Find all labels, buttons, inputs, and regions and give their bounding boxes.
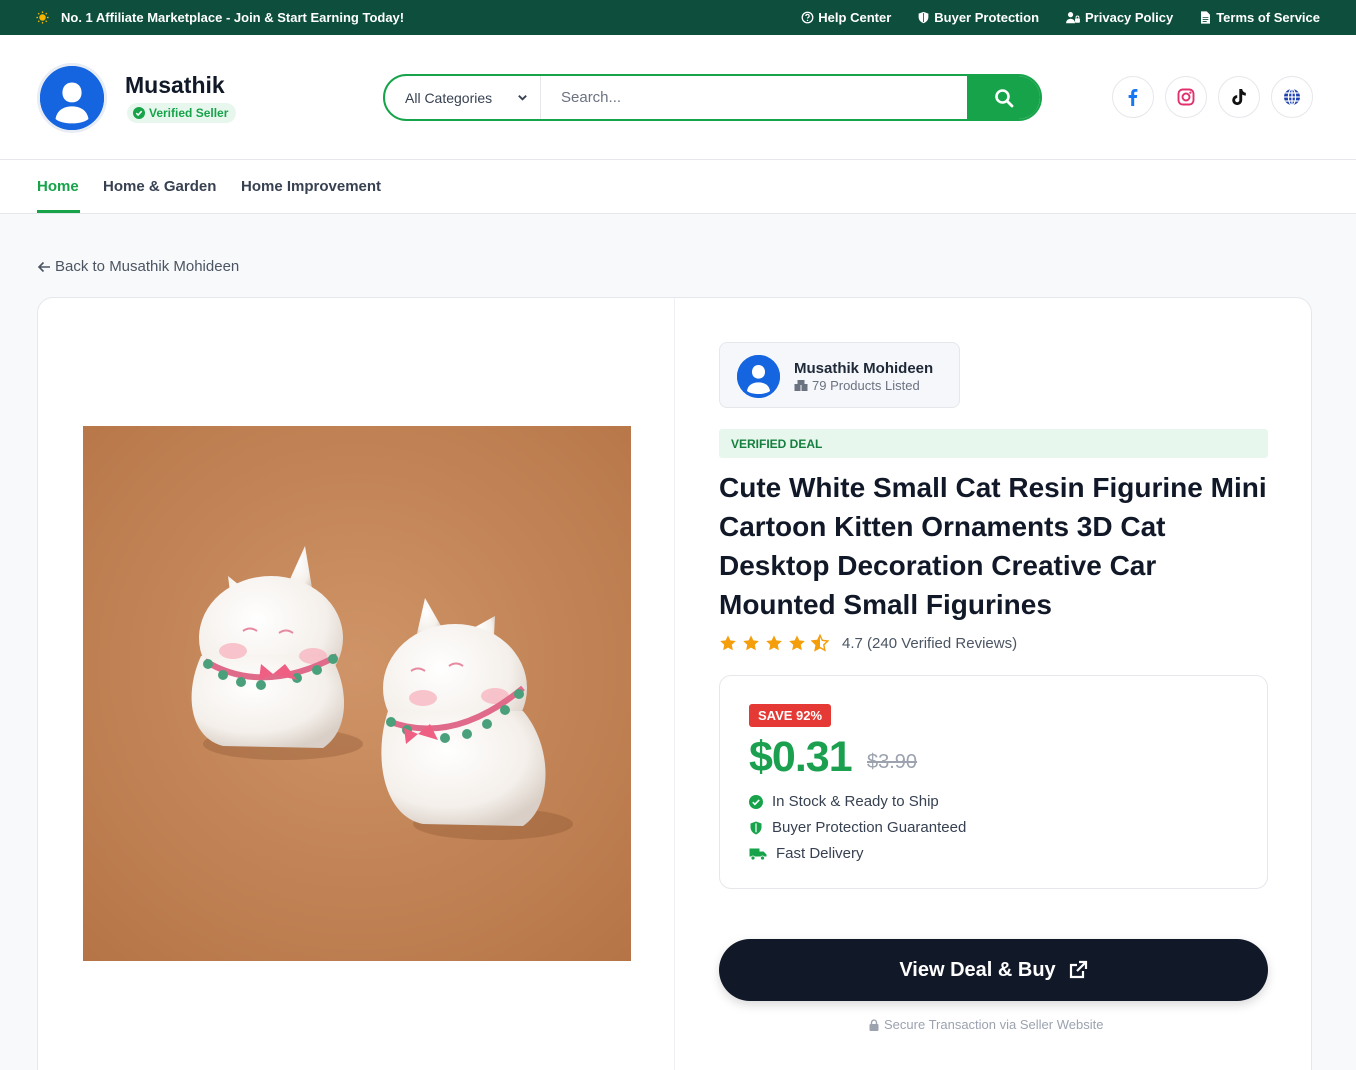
original-price: $3.90 <box>867 751 918 773</box>
star-icon <box>789 635 805 651</box>
card-divider <box>674 298 675 1070</box>
seller-product-count-text: 79 Products Listed <box>812 378 920 393</box>
check-circle-icon <box>133 107 145 119</box>
star-icon <box>766 635 782 651</box>
store-name: Musathik <box>125 72 225 98</box>
seller-name: Musathik Mohideen <box>794 360 934 377</box>
shield-icon <box>750 821 762 834</box>
user-avatar-icon <box>737 355 780 398</box>
active-tab-indicator <box>37 210 80 213</box>
globe-icon <box>1284 88 1300 106</box>
instagram-link[interactable] <box>1165 76 1207 118</box>
feature-fast-delivery: Fast Delivery <box>749 845 864 862</box>
social-links <box>1112 76 1313 118</box>
nav-item-home[interactable]: Home <box>37 178 79 195</box>
terms-of-service-label: Terms of Service <box>1216 10 1320 25</box>
truck-icon <box>749 848 767 860</box>
search-button[interactable] <box>967 76 1040 119</box>
facebook-link[interactable] <box>1112 76 1154 118</box>
star-half-icon <box>811 634 829 652</box>
user-avatar-icon <box>40 66 104 130</box>
feature-in-stock: In Stock & Ready to Ship <box>749 793 939 810</box>
sun-icon <box>36 11 49 24</box>
verified-seller-badge: Verified Seller <box>127 103 237 123</box>
lock-icon <box>869 1018 879 1031</box>
search-icon <box>994 88 1013 107</box>
check-circle-icon <box>749 794 763 809</box>
view-deal-label: View Deal & Buy <box>899 958 1056 981</box>
instagram-icon <box>1177 88 1195 106</box>
nav-item-home-garden[interactable]: Home & Garden <box>103 178 216 195</box>
announcement-bar: No. 1 Affiliate Marketplace - Join & Sta… <box>0 0 1356 35</box>
save-badge: SAVE 92% <box>749 704 832 727</box>
feature-buyer-protection-text: Buyer Protection Guaranteed <box>772 819 967 836</box>
search-input[interactable] <box>541 76 967 119</box>
tiktok-link[interactable] <box>1218 76 1260 118</box>
view-deal-button[interactable]: View Deal & Buy <box>719 939 1268 1001</box>
nav-item-home-improvement[interactable]: Home Improvement <box>241 178 381 195</box>
back-link-label: Back to Musathik Mohideen <box>55 258 240 275</box>
buyer-protection-link[interactable]: Buyer Protection <box>917 10 1039 25</box>
boxes-icon <box>794 379 808 391</box>
verified-seller-label: Verified Seller <box>149 106 229 120</box>
buyer-protection-label: Buyer Protection <box>934 10 1040 25</box>
feature-fast-delivery-text: Fast Delivery <box>776 845 864 862</box>
user-lock-icon <box>1066 12 1080 24</box>
category-nav: Home Home & Garden Home Improvement <box>0 160 1356 214</box>
help-circle-icon <box>801 11 814 24</box>
current-price: $0.31 <box>749 733 853 781</box>
external-link-icon <box>1069 960 1087 979</box>
star-icon <box>743 635 759 651</box>
seller-avatar <box>737 355 780 398</box>
category-select[interactable]: All Categories <box>385 76 541 119</box>
product-title: Cute White Small Cat Resin Figurine Mini… <box>719 472 1267 620</box>
terms-of-service-link[interactable]: Terms of Service <box>1199 10 1320 25</box>
seller-product-count: 79 Products Listed <box>794 378 920 393</box>
price-box: SAVE 92% $0.31 $3.90 In Stock & Ready to… <box>719 675 1268 889</box>
promo-text: No. 1 Affiliate Marketplace - Join & Sta… <box>61 10 405 25</box>
feature-in-stock-text: In Stock & Ready to Ship <box>772 793 939 810</box>
product-rating: 4.7 (240 Verified Reviews) <box>719 634 1017 652</box>
facebook-icon <box>1128 89 1138 106</box>
seller-card[interactable]: Musathik Mohideen 79 Products Listed <box>719 342 960 408</box>
back-link[interactable]: Back to Musathik Mohideen <box>37 258 239 275</box>
tiktok-icon <box>1232 89 1246 106</box>
search-bar: All Categories <box>383 74 1042 121</box>
website-link[interactable] <box>1271 76 1313 118</box>
secure-transaction-note: Secure Transaction via Seller Website <box>868 1017 1103 1032</box>
privacy-policy-link[interactable]: Privacy Policy <box>1065 10 1173 25</box>
cat-figurines-photo <box>83 426 631 961</box>
category-select-value: All Categories <box>405 89 493 106</box>
help-center-link[interactable]: Help Center <box>801 10 891 25</box>
feature-buyer-protection: Buyer Protection Guaranteed <box>749 819 966 836</box>
product-image[interactable] <box>83 426 631 961</box>
site-header: Musathik Verified Seller All Categories <box>0 35 1356 160</box>
chevron-down-icon <box>518 95 527 101</box>
shield-icon <box>918 11 929 24</box>
document-icon <box>1201 11 1211 24</box>
promo-message: No. 1 Affiliate Marketplace - Join & Sta… <box>36 10 404 25</box>
rating-text: 4.7 (240 Verified Reviews) <box>842 634 1018 652</box>
arrow-left-icon <box>37 261 50 272</box>
verified-deal-tag: VERIFIED DEAL <box>719 429 1268 458</box>
secure-transaction-text: Secure Transaction via Seller Website <box>884 1017 1104 1032</box>
help-center-label: Help Center <box>818 10 892 25</box>
product-card: Musathik Mohideen 79 Products Listed VER… <box>37 297 1312 1070</box>
privacy-policy-label: Privacy Policy <box>1085 10 1174 25</box>
star-icon <box>720 635 736 651</box>
store-avatar[interactable] <box>37 63 107 133</box>
